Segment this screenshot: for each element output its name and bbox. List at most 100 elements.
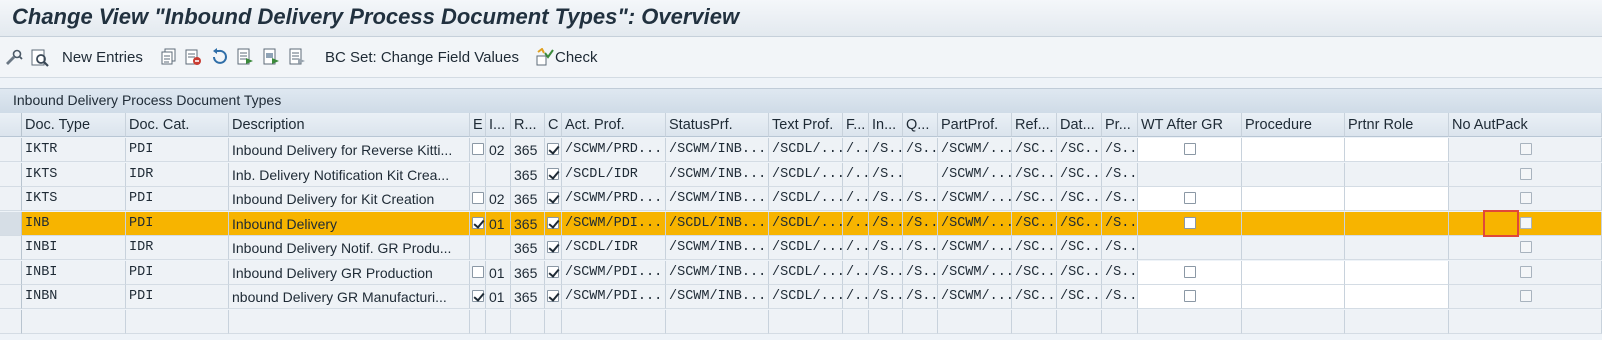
cell-pr[interactable]: /S... (1102, 260, 1138, 285)
cell-ref[interactable]: /SC... (1012, 162, 1057, 187)
cell-pr[interactable]: /S... (1102, 236, 1138, 260)
column-header-no-autpack[interactable]: No AutPack (1449, 113, 1602, 137)
cell-status-prf[interactable]: /SCWM/INB... (666, 260, 769, 285)
cell-prtnr-role[interactable] (1345, 260, 1449, 285)
cell-pr[interactable] (1102, 309, 1138, 334)
c-checkbox[interactable] (547, 216, 559, 229)
cell-q[interactable]: /S... (903, 285, 938, 309)
cell-q[interactable]: /S... (903, 187, 938, 211)
cell-ref[interactable]: /SC... (1012, 138, 1057, 162)
cell-dat[interactable]: /SC... (1057, 138, 1102, 162)
cell-procedure[interactable] (1242, 211, 1345, 236)
e-checkbox[interactable] (472, 290, 484, 302)
wt-after-gr-checkbox[interactable] (1184, 265, 1196, 278)
cell-status-prf[interactable]: /SCWM/INB... (666, 285, 769, 309)
cell-status-prf[interactable] (666, 309, 769, 334)
column-header-prtnr-role[interactable]: Prtnr Role (1345, 113, 1449, 137)
cell-pr[interactable]: /S... (1102, 285, 1138, 309)
column-header-text-prof[interactable]: Text Prof. (769, 113, 843, 137)
cell-i[interactable]: 02 (486, 187, 511, 211)
table-row[interactable]: INBI IDR Inbound Delivery Notif. GR Produ.… (0, 236, 1602, 260)
new-entries-button[interactable]: New Entries (62, 45, 143, 69)
cell-procedure[interactable] (1242, 260, 1345, 285)
cell-ref[interactable]: /SC... (1012, 211, 1057, 236)
cell-r[interactable]: 365 (511, 285, 545, 309)
cell-r[interactable]: 365 (511, 260, 545, 285)
cell-description[interactable] (229, 309, 470, 334)
cell-f[interactable]: /... (843, 236, 869, 260)
cell-doc-type[interactable] (22, 309, 126, 334)
no-autpack-checkbox[interactable] (1520, 167, 1532, 180)
cell-i[interactable] (486, 236, 511, 260)
cell-part-prof[interactable]: /SCWM/... (938, 211, 1012, 236)
cell-text-prof[interactable]: /SCDL/... (769, 236, 843, 260)
cell-procedure[interactable] (1242, 285, 1345, 309)
column-header-doc-cat[interactable]: Doc. Cat. (126, 113, 229, 137)
cell-dat[interactable]: /SC... (1057, 285, 1102, 309)
no-autpack-checkbox[interactable] (1520, 192, 1532, 204)
copy-as-button[interactable] (160, 45, 178, 69)
cell-status-prf[interactable]: /SCDL/INB... (666, 211, 769, 236)
table-row[interactable]: INB PDI Inbound Delivery 01 365/SCWM/PDI... /… (0, 211, 1602, 236)
cell-in[interactable] (869, 309, 903, 334)
cell-description[interactable]: Inbound Delivery Notif. GR Produ... (229, 236, 470, 260)
wt-after-gr-checkbox[interactable] (1184, 290, 1196, 302)
cell-f[interactable]: /... (843, 187, 869, 211)
cell-in[interactable]: /S... (869, 138, 903, 162)
cell-ref[interactable] (1012, 309, 1057, 334)
cell-q[interactable]: /S... (903, 211, 938, 236)
e-checkbox[interactable] (472, 192, 484, 204)
cell-pr[interactable]: /S... (1102, 138, 1138, 162)
cell-dat[interactable] (1057, 309, 1102, 334)
check-button[interactable]: Check (535, 45, 598, 69)
column-header-pr[interactable]: Pr... (1102, 113, 1138, 137)
cell-status-prf[interactable]: /SCWM/INB... (666, 187, 769, 211)
cell-status-prf[interactable]: /SCWM/INB... (666, 236, 769, 260)
cell-act-prof[interactable]: /SCWM/PDI... (562, 260, 666, 285)
column-header-f[interactable]: F... (843, 113, 869, 137)
cell-doc-type[interactable]: INBI (22, 260, 126, 285)
cell-q[interactable] (903, 309, 938, 334)
cell-q[interactable] (903, 162, 938, 187)
cell-text-prof[interactable]: /SCDL/... (769, 260, 843, 285)
cell-no-autpack[interactable] (1449, 309, 1602, 334)
cell-f[interactable]: /... (843, 260, 869, 285)
cell-part-prof[interactable]: /SCWM/... (938, 162, 1012, 187)
cell-procedure[interactable] (1242, 162, 1345, 187)
cell-act-prof[interactable]: /SCDL/IDR (562, 236, 666, 260)
cell-doc-cat[interactable]: IDR (126, 236, 229, 260)
cell-r[interactable]: 365 (511, 211, 545, 236)
cell-doc-type[interactable]: INBN (22, 285, 126, 309)
wt-after-gr-checkbox[interactable] (1184, 216, 1196, 229)
cell-c[interactable] (545, 309, 562, 334)
cell-ref[interactable]: /SC... (1012, 260, 1057, 285)
column-header-status-prf[interactable]: StatusPrf. (666, 113, 769, 137)
cell-procedure[interactable] (1242, 138, 1345, 162)
wt-after-gr-checkbox[interactable] (1184, 192, 1196, 204)
cell-procedure[interactable] (1242, 309, 1345, 334)
cell-i[interactable]: 01 (486, 260, 511, 285)
cell-i[interactable]: 02 (486, 138, 511, 162)
cell-act-prof[interactable]: /SCWM/PDI... (562, 285, 666, 309)
no-autpack-checkbox[interactable] (1520, 265, 1532, 278)
cell-description[interactable]: Inbound Delivery for Reverse Kitti... (229, 138, 470, 162)
cell-pr[interactable]: /S... (1102, 187, 1138, 211)
cell-r[interactable]: 365 (511, 187, 545, 211)
table-row[interactable]: IKTS PDI Inbound Delivery for Kit Creation… (0, 187, 1602, 211)
cell-text-prof[interactable] (769, 309, 843, 334)
cell-text-prof[interactable]: /SCDL/... (769, 138, 843, 162)
column-header-ref[interactable]: Ref... (1012, 113, 1057, 137)
column-header-r[interactable]: R... (511, 113, 545, 137)
empty-table-row[interactable] (0, 309, 1602, 334)
column-header-act-prof[interactable]: Act. Prof. (562, 113, 666, 137)
table-row[interactable]: INBN PDI nbound Delivery GR Manufacturi...… (0, 285, 1602, 309)
row-selector[interactable] (0, 260, 22, 285)
column-header-wt-after-gr[interactable]: WT After GR (1138, 113, 1242, 137)
cell-i[interactable] (486, 309, 511, 334)
cell-procedure[interactable] (1242, 236, 1345, 260)
c-checkbox[interactable] (547, 192, 559, 204)
cell-doc-cat[interactable]: PDI (126, 138, 229, 162)
column-header-dat[interactable]: Dat... (1057, 113, 1102, 137)
cell-text-prof[interactable]: /SCDL/... (769, 162, 843, 187)
cell-in[interactable]: /S... (869, 187, 903, 211)
